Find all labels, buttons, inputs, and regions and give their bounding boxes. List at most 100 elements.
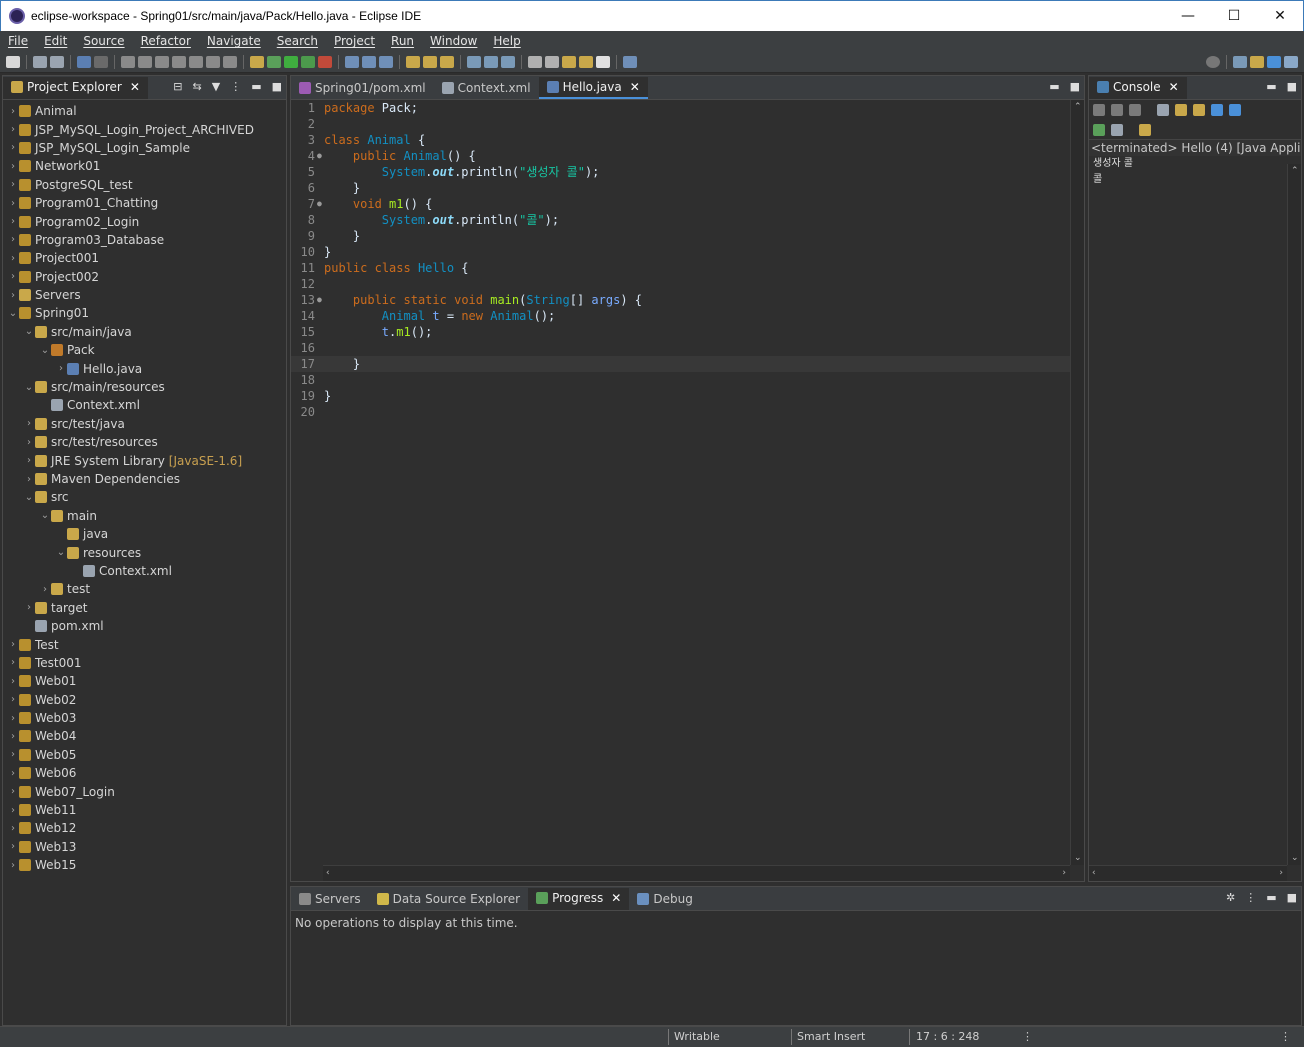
clear-console-icon[interactable] bbox=[1157, 104, 1169, 116]
chevron-down-icon[interactable]: ⌄ bbox=[55, 547, 67, 558]
close-icon[interactable]: ✕ bbox=[630, 80, 640, 94]
java-perspective-icon[interactable] bbox=[1267, 55, 1281, 68]
word-wrap-icon[interactable] bbox=[1193, 104, 1205, 116]
close-button[interactable]: ✕ bbox=[1257, 1, 1303, 31]
view-menu-icon[interactable]: ⋮ bbox=[230, 80, 241, 93]
chevron-right-icon[interactable]: › bbox=[23, 474, 35, 485]
tree-item[interactable]: › PostgreSQL_test bbox=[3, 176, 286, 194]
console-output[interactable]: 생성자 콜콜 bbox=[1089, 156, 1301, 188]
bottom-tab[interactable]: Debug bbox=[629, 888, 700, 910]
chevron-right-icon[interactable]: › bbox=[7, 216, 19, 227]
chevron-right-icon[interactable]: › bbox=[7, 124, 19, 135]
link-editor-icon[interactable]: ⇆ bbox=[193, 80, 202, 93]
chevron-down-icon[interactable]: ⌄ bbox=[23, 326, 35, 337]
new-class-icon[interactable] bbox=[379, 55, 393, 68]
maximize-view-icon[interactable]: ■ bbox=[1287, 80, 1297, 93]
chevron-right-icon[interactable]: › bbox=[7, 768, 19, 779]
editor-horizontal-scrollbar[interactable]: ‹ › bbox=[323, 865, 1070, 881]
remove-all-icon[interactable] bbox=[1129, 104, 1141, 116]
toggle-block-selection-icon[interactable] bbox=[484, 55, 498, 68]
chevron-right-icon[interactable]: › bbox=[7, 731, 19, 742]
tree-item[interactable]: › Program03_Database bbox=[3, 231, 286, 249]
close-icon[interactable]: ✕ bbox=[1169, 80, 1179, 94]
console-view-icon[interactable] bbox=[77, 55, 91, 68]
new-package-icon[interactable] bbox=[362, 55, 376, 68]
step-over-icon[interactable] bbox=[206, 55, 220, 68]
close-icon[interactable]: ✕ bbox=[130, 80, 140, 94]
last-edit-location-icon[interactable] bbox=[562, 55, 576, 68]
chevron-right-icon[interactable]: › bbox=[7, 749, 19, 760]
show-stdout-icon[interactable] bbox=[1211, 104, 1223, 116]
menu-project[interactable]: Project bbox=[326, 34, 383, 48]
scroll-right-icon[interactable]: › bbox=[1279, 868, 1283, 878]
tree-item[interactable]: Context.xml bbox=[3, 562, 286, 580]
menu-window[interactable]: Window bbox=[422, 34, 485, 48]
remove-all-finished-icon[interactable]: ✲ bbox=[1226, 891, 1235, 904]
tree-item[interactable]: › src/test/java bbox=[3, 415, 286, 433]
maximize-button[interactable]: ☐ bbox=[1211, 1, 1257, 31]
tree-item[interactable]: › Project001 bbox=[3, 249, 286, 267]
tree-item[interactable]: › Project002 bbox=[3, 268, 286, 286]
step-return-icon[interactable] bbox=[223, 55, 237, 68]
open-task-icon[interactable] bbox=[250, 55, 264, 68]
scroll-up-icon[interactable]: ⌃ bbox=[1074, 102, 1082, 112]
chevron-right-icon[interactable]: › bbox=[7, 290, 19, 301]
tree-item[interactable]: › Servers bbox=[3, 286, 286, 304]
suspend-icon[interactable] bbox=[138, 55, 152, 68]
chevron-right-icon[interactable]: › bbox=[39, 584, 51, 595]
show-whitespace-icon[interactable] bbox=[501, 55, 515, 68]
chevron-right-icon[interactable]: › bbox=[7, 271, 19, 282]
search-toolbar-icon[interactable] bbox=[423, 55, 437, 68]
tab-console[interactable]: Console ✕ bbox=[1089, 77, 1187, 99]
tree-item[interactable]: › JRE System Library [JavaSE-1.6] bbox=[3, 451, 286, 469]
chevron-right-icon[interactable]: › bbox=[7, 805, 19, 816]
scroll-lock-icon[interactable] bbox=[1175, 104, 1187, 116]
back-icon[interactable] bbox=[579, 55, 593, 68]
menu-search[interactable]: Search bbox=[269, 34, 326, 48]
close-icon[interactable]: ✕ bbox=[611, 891, 621, 905]
tree-item[interactable]: › Web06 bbox=[3, 764, 286, 782]
menu-navigate[interactable]: Navigate bbox=[199, 34, 269, 48]
tree-item[interactable]: › JSP_MySQL_Login_Sample bbox=[3, 139, 286, 157]
save-icon[interactable] bbox=[33, 55, 47, 68]
pin-editor-icon[interactable] bbox=[623, 55, 637, 68]
open-perspective-icon[interactable] bbox=[1233, 55, 1247, 68]
menu-run[interactable]: Run bbox=[383, 34, 422, 48]
menu-help[interactable]: Help bbox=[485, 34, 528, 48]
tree-item[interactable]: › Test bbox=[3, 635, 286, 653]
chevron-right-icon[interactable]: › bbox=[7, 198, 19, 209]
pin-console-icon[interactable] bbox=[1093, 124, 1105, 136]
tree-item[interactable]: › Program02_Login bbox=[3, 212, 286, 230]
tree-item[interactable]: › Web11 bbox=[3, 801, 286, 819]
bottom-tab[interactable]: Progress ✕ bbox=[528, 888, 630, 910]
menu-file[interactable]: File bbox=[0, 34, 36, 48]
chevron-right-icon[interactable]: › bbox=[7, 860, 19, 871]
tree-item[interactable]: › target bbox=[3, 599, 286, 617]
console-horizontal-scrollbar[interactable]: ‹ › bbox=[1089, 865, 1287, 881]
fold-marker-icon[interactable]: ● bbox=[317, 196, 324, 212]
previous-annotation-icon[interactable] bbox=[545, 55, 559, 68]
new-java-project-icon[interactable] bbox=[345, 55, 359, 68]
run-icon[interactable] bbox=[284, 55, 298, 68]
chevron-down-icon[interactable]: ⌄ bbox=[23, 382, 35, 393]
fold-marker-icon[interactable]: ● bbox=[317, 292, 324, 308]
display-console-icon[interactable] bbox=[1111, 124, 1123, 136]
disconnect-icon[interactable] bbox=[172, 55, 186, 68]
terminate-icon[interactable] bbox=[155, 55, 169, 68]
tree-item[interactable]: › Web13 bbox=[3, 838, 286, 856]
tree-item[interactable]: pom.xml bbox=[3, 617, 286, 635]
save-all-icon[interactable] bbox=[50, 55, 64, 68]
console-vertical-scrollbar[interactable]: ⌃ ⌄ bbox=[1287, 164, 1301, 865]
new-icon[interactable] bbox=[6, 55, 20, 68]
minimize-view-icon[interactable]: ▬ bbox=[251, 80, 261, 93]
chevron-right-icon[interactable]: › bbox=[7, 676, 19, 687]
maximize-view-icon[interactable]: ■ bbox=[1287, 891, 1297, 904]
chevron-right-icon[interactable]: › bbox=[7, 142, 19, 153]
tree-item[interactable]: ⌄ main bbox=[3, 507, 286, 525]
chevron-right-icon[interactable]: › bbox=[7, 841, 19, 852]
show-stderr-icon[interactable] bbox=[1229, 104, 1241, 116]
editor-tab[interactable]: Hello.java ✕ bbox=[538, 77, 648, 99]
tree-item[interactable]: › Web15 bbox=[3, 856, 286, 874]
chevron-right-icon[interactable]: › bbox=[7, 253, 19, 264]
chevron-right-icon[interactable]: › bbox=[23, 418, 35, 429]
